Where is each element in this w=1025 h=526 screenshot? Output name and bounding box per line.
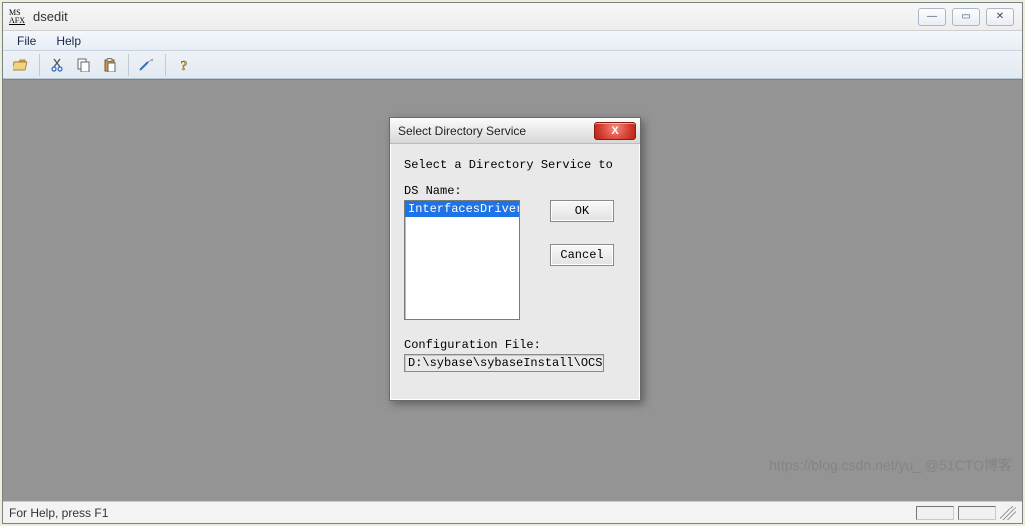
menu-file[interactable]: File [9,33,44,49]
config-file-label: Configuration File: [404,338,626,352]
ok-button[interactable]: OK [550,200,614,222]
paste-icon [103,58,117,72]
cut-icon [51,58,65,72]
minimize-button[interactable]: — [918,8,946,26]
svg-text:?: ? [181,59,188,72]
toolbar-cut-button[interactable] [46,54,70,76]
app-title: dsedit [33,9,68,24]
app-icon-bottom: AFX [9,17,27,25]
help-icon: ? [177,58,191,72]
app-icon: MS AFX [9,9,27,25]
dialog-titlebar[interactable]: Select Directory Service X [390,118,640,144]
toolbar-open-button[interactable] [9,54,33,76]
dialog-body: Select a Directory Service to DS Name: I… [390,144,640,382]
dialog-close-button[interactable]: X [594,122,636,140]
toolbar: ? [3,51,1022,79]
config-file-field: D:\sybase\sybaseInstall\OCS-15_0\ [404,354,604,372]
titlebar[interactable]: MS AFX dsedit — ▭ ✕ [3,3,1022,31]
dialog-close-icon: X [611,125,618,137]
dialog-prompt: Select a Directory Service to [404,158,626,172]
copy-icon [77,58,91,72]
dialog-button-column: OK Cancel [550,200,614,266]
ds-name-listbox[interactable]: InterfacesDriver [404,200,520,320]
ping-icon [139,58,155,72]
toolbar-paste-button[interactable] [98,54,122,76]
resize-grip-icon[interactable] [1000,506,1016,520]
menu-help-label: Help [56,34,81,48]
close-icon: ✕ [996,11,1004,22]
menubar: File Help [3,31,1022,51]
dialog-title: Select Directory Service [398,124,526,138]
work-area: Select Directory Service X Select a Dire… [3,79,1022,501]
toolbar-separator [39,54,40,76]
watermark: https://blog.csdn.net/yu_ @51CTO博客 [769,455,1012,475]
titlebar-buttons: — ▭ ✕ [918,8,1018,26]
menu-help[interactable]: Help [48,33,89,49]
cancel-label: Cancel [560,248,603,262]
toolbar-separator [165,54,166,76]
open-icon [13,58,29,72]
menu-file-label: File [17,34,36,48]
toolbar-ping-button[interactable] [135,54,159,76]
close-button[interactable]: ✕ [986,8,1014,26]
ds-name-label: DS Name: [404,184,626,198]
maximize-button[interactable]: ▭ [952,8,980,26]
toolbar-separator [128,54,129,76]
app-window: MS AFX dsedit — ▭ ✕ File Help [2,2,1023,524]
toolbar-help-button[interactable]: ? [172,54,196,76]
statusbar-pane [916,506,954,520]
select-directory-service-dialog: Select Directory Service X Select a Dire… [389,117,641,401]
statusbar: For Help, press F1 [3,501,1022,523]
cancel-button[interactable]: Cancel [550,244,614,266]
toolbar-copy-button[interactable] [72,54,96,76]
statusbar-pane [958,506,996,520]
statusbar-text: For Help, press F1 [9,506,108,520]
maximize-icon: ▭ [961,11,970,22]
list-item[interactable]: InterfacesDriver [405,201,519,217]
ok-label: OK [575,204,589,218]
minimize-icon: — [927,11,937,22]
